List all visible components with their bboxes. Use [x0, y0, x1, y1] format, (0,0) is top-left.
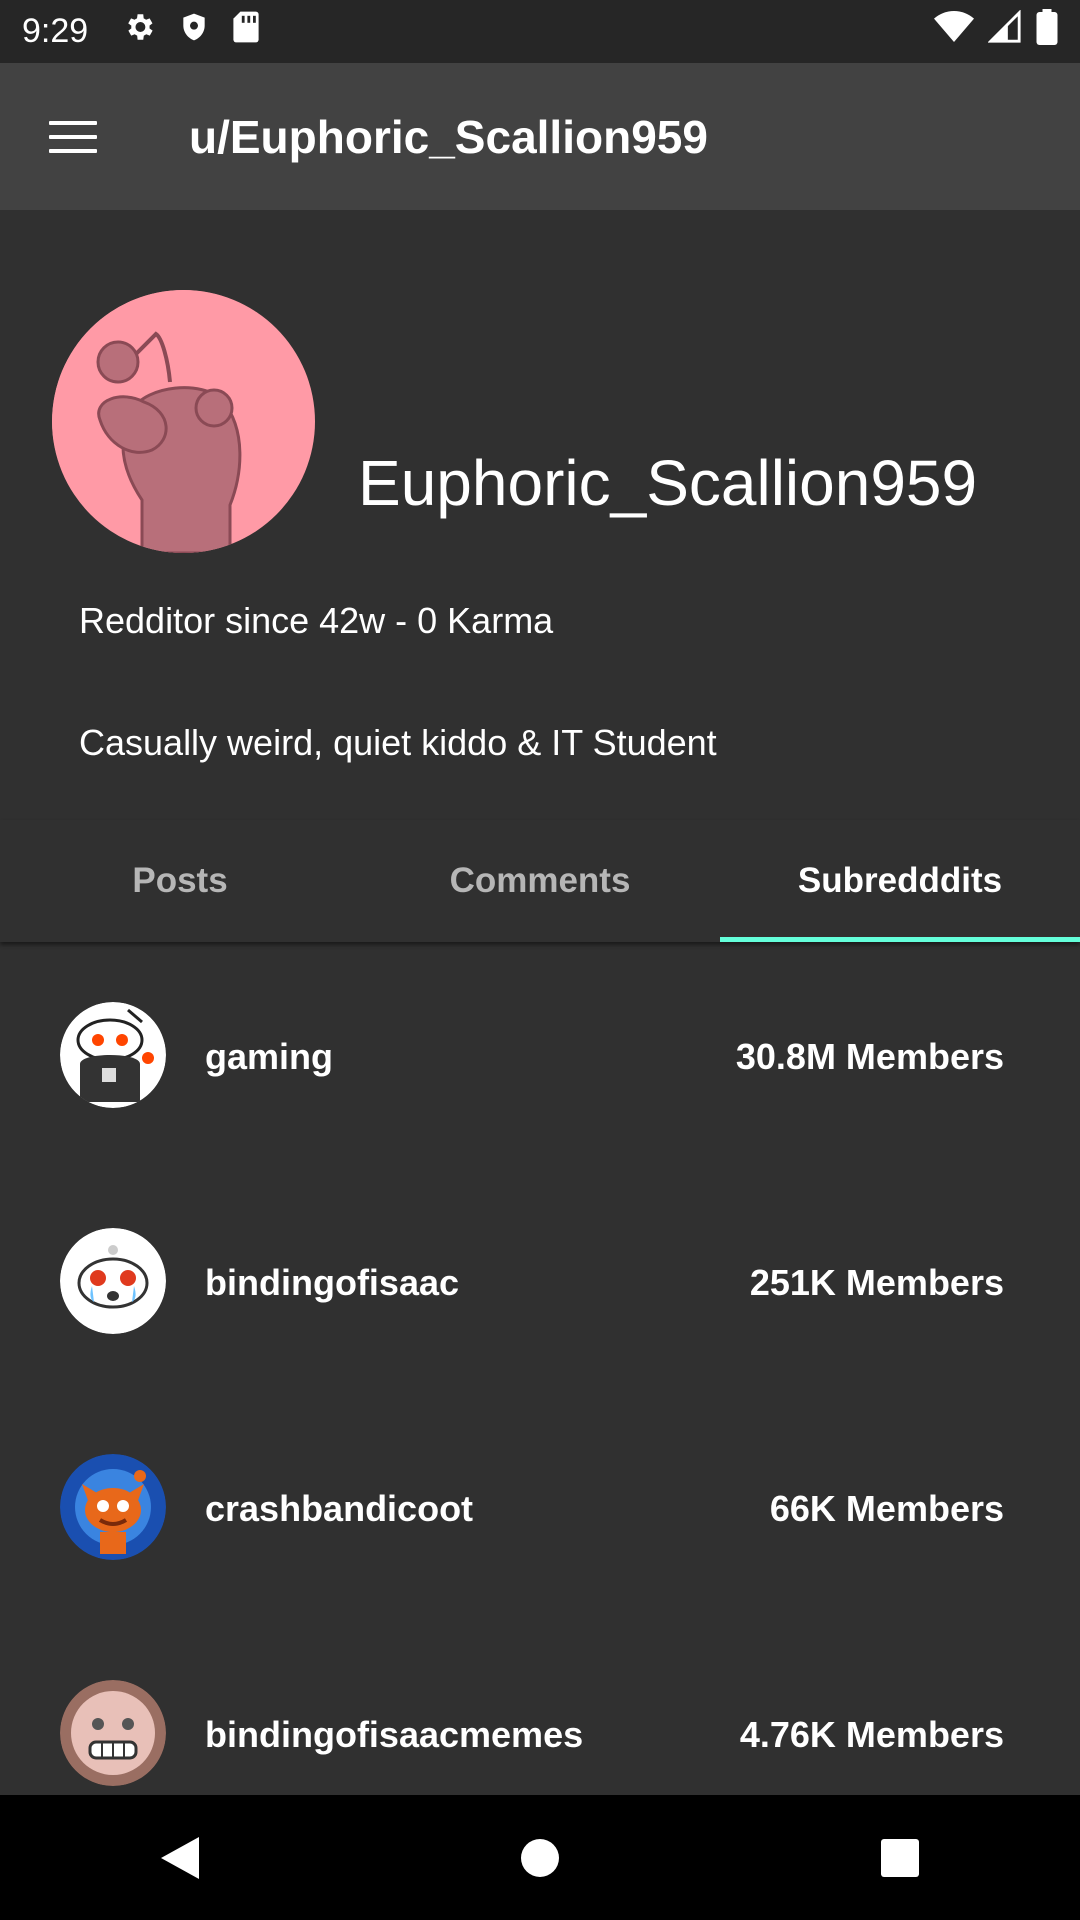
- list-item[interactable]: gaming 30.8M Members: [0, 942, 1080, 1168]
- app-bar: u/Euphoric_Scallion959: [0, 63, 1080, 210]
- isaac-face-icon: [60, 1680, 166, 1786]
- page-title: u/Euphoric_Scallion959: [189, 110, 708, 163]
- home-button[interactable]: [465, 1795, 615, 1920]
- subreddit-name: bindingofisaacmemes: [205, 1714, 584, 1755]
- sd-card-icon: [232, 10, 260, 53]
- profile-username: Euphoric_Scallion959: [358, 447, 978, 519]
- tab-subreddits[interactable]: Subredddits: [720, 820, 1080, 942]
- subreddit-name: gaming: [205, 1036, 334, 1077]
- recents-icon: [881, 1838, 919, 1877]
- back-icon: [161, 1836, 199, 1879]
- tab-posts[interactable]: Posts: [0, 820, 360, 942]
- profile-bio: Casually weird, quiet kiddo & IT Student: [79, 722, 717, 763]
- subreddit-name: bindingofisaac: [205, 1262, 460, 1303]
- wifi-icon: [934, 10, 974, 53]
- subreddit-members: 66K Members: [769, 1488, 1004, 1529]
- back-button[interactable]: [105, 1795, 255, 1920]
- battery-icon: [1036, 9, 1058, 54]
- subreddit-name: crashbandicoot: [205, 1488, 474, 1529]
- status-time: 9:29: [22, 12, 89, 50]
- signal-icon: [987, 9, 1022, 53]
- profile-tabs: Posts Comments Subredddits: [0, 820, 1080, 942]
- subreddit-members: 4.76K Members: [739, 1714, 1004, 1755]
- status-bar: 9:29: [0, 0, 1080, 63]
- list-item[interactable]: bindingofisaacmemes 4.76K Members: [0, 1620, 1080, 1795]
- snoo-avatar-icon: [52, 290, 314, 553]
- profile-meta: Redditor since 42w - 0 Karma: [79, 600, 554, 641]
- shield-icon: [178, 10, 210, 53]
- subreddit-members: 30.8M Members: [735, 1036, 1004, 1077]
- tab-comments[interactable]: Comments: [360, 820, 720, 942]
- menu-icon: [48, 120, 97, 153]
- crying-snoo-icon: [60, 1228, 166, 1334]
- list-item[interactable]: bindingofisaac 251K Members: [0, 1168, 1080, 1394]
- menu-button[interactable]: [0, 63, 147, 210]
- list-item[interactable]: crashbandicoot 66K Members: [0, 1394, 1080, 1620]
- avatar: [52, 290, 315, 553]
- home-icon: [521, 1838, 559, 1877]
- system-nav-bar: [0, 1795, 1080, 1920]
- gear-icon: [122, 10, 156, 53]
- subreddit-list: gaming 30.8M Members bindingofisaac 251K…: [0, 942, 1080, 1795]
- gaming-snoo-icon: [60, 1002, 166, 1108]
- recents-button[interactable]: [825, 1795, 975, 1920]
- crash-snoo-icon: [60, 1454, 166, 1560]
- subreddit-members: 251K Members: [749, 1262, 1004, 1303]
